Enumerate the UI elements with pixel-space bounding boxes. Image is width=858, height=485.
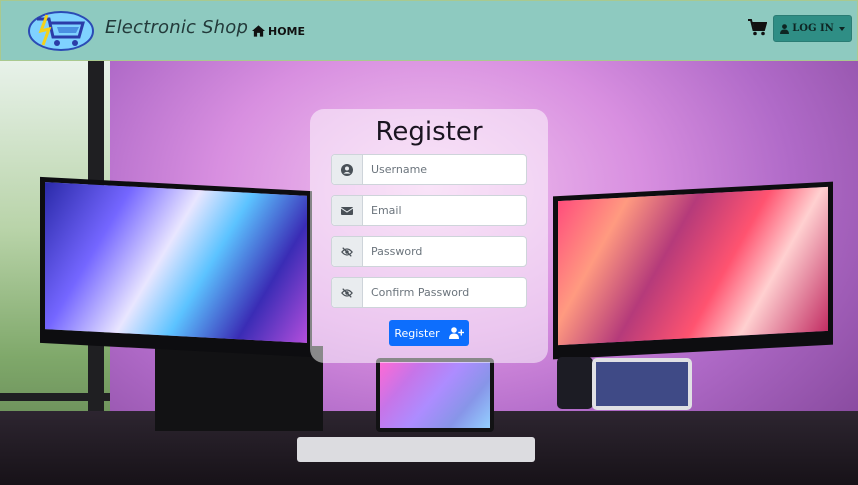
navbar: Electronic Shop HOME LOG IN [0, 0, 858, 61]
username-addon [332, 155, 363, 184]
email-addon [332, 196, 363, 225]
nav-home-link[interactable]: HOME [252, 24, 305, 38]
user-plus-icon [448, 327, 464, 339]
email-field [331, 195, 527, 226]
confirm-password-field [331, 277, 527, 308]
username-input[interactable] [363, 155, 526, 184]
confirm-password-addon[interactable] [332, 278, 363, 307]
nav-home-label: HOME [268, 24, 306, 38]
pc-tower [155, 346, 323, 431]
window-frame-sill [0, 393, 110, 401]
password-input[interactable] [363, 237, 526, 266]
tablet-device [376, 358, 494, 432]
email-input[interactable] [363, 196, 526, 225]
password-addon[interactable] [332, 237, 363, 266]
eye-slash-icon[interactable] [341, 246, 353, 258]
confirm-password-input[interactable] [363, 278, 526, 307]
login-dropdown-button[interactable]: LOG IN [773, 15, 852, 42]
home-icon [252, 25, 265, 37]
phone-device [557, 357, 593, 409]
right-monitor [553, 181, 833, 360]
eye-slash-icon[interactable] [341, 287, 353, 299]
brand-name[interactable]: Electronic Shop [105, 17, 248, 38]
login-label: LOG IN [792, 23, 834, 34]
password-field [331, 236, 527, 267]
chevron-down-icon [838, 26, 845, 31]
user-circle-icon [341, 163, 353, 176]
ipad-device [592, 358, 692, 410]
keyboard [297, 437, 535, 462]
username-field [331, 154, 527, 185]
register-button[interactable]: Register [389, 320, 469, 346]
register-title: Register [375, 117, 483, 147]
user-icon [780, 23, 790, 34]
left-monitor [40, 176, 312, 358]
cart-icon[interactable] [748, 19, 767, 36]
envelope-icon [341, 206, 353, 215]
register-button-label: Register [394, 326, 440, 340]
shopping-cart-lightning-logo[interactable] [27, 9, 95, 52]
